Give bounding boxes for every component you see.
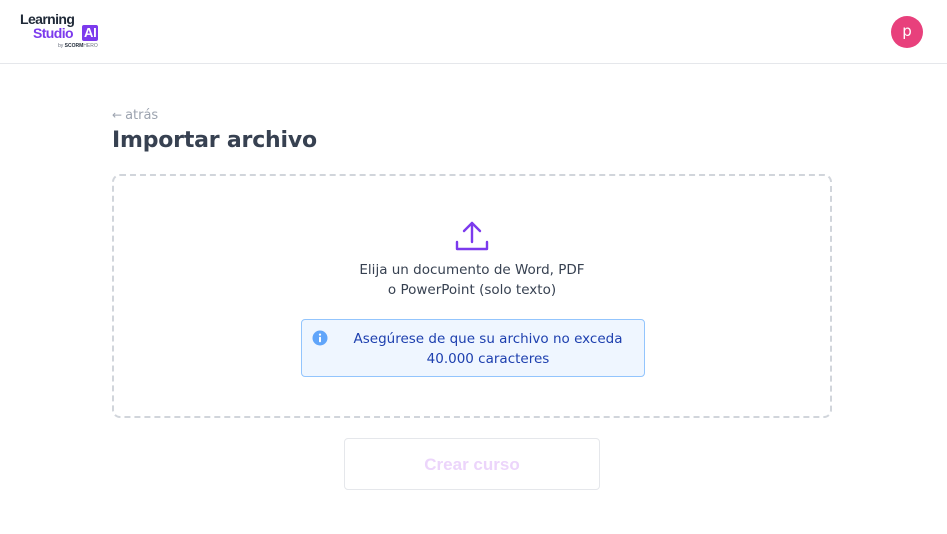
back-link[interactable]: ← atrás bbox=[112, 106, 158, 125]
learning-studio-logo[interactable]: Learning Studio AI by SCORMHERO bbox=[20, 12, 110, 52]
dropzone-line-2: o PowerPoint (solo texto) bbox=[387, 282, 557, 298]
back-link-label: atrás bbox=[125, 108, 159, 123]
dropzone-instructions: Elija un documento de Word, PDF o PowerP… bbox=[114, 260, 830, 300]
character-limit-notice: Asegúrese de que su archivo no exceda 40… bbox=[301, 319, 645, 377]
upload-icon bbox=[455, 221, 489, 251]
logo-byline-suffix: HERO bbox=[83, 43, 98, 49]
page-title: Importar archivo bbox=[112, 128, 317, 153]
create-course-button[interactable]: Crear curso bbox=[344, 438, 600, 490]
notice-line-1: Asegúrese de que su archivo no exceda bbox=[353, 331, 623, 347]
notice-text: Asegúrese de que su archivo no exceda 40… bbox=[338, 329, 638, 369]
arrow-left-icon: ← bbox=[112, 108, 123, 122]
logo-ai-badge: AI bbox=[82, 25, 99, 41]
notice-line-2: 40.000 caracteres bbox=[426, 351, 550, 367]
logo-byline-brand: SCORM bbox=[64, 43, 84, 49]
top-bar: Learning Studio AI by SCORMHERO p bbox=[0, 0, 947, 64]
dropzone-line-1: Elija un documento de Word, PDF bbox=[359, 262, 585, 278]
user-avatar[interactable]: p bbox=[891, 16, 923, 48]
logo-byline-prefix: by bbox=[58, 43, 64, 49]
file-dropzone[interactable]: Elija un documento de Word, PDF o PowerP… bbox=[112, 174, 832, 418]
info-icon bbox=[312, 330, 328, 346]
logo-line-studio: Studio bbox=[33, 25, 74, 41]
logo-byline: by SCORMHERO bbox=[58, 43, 98, 49]
